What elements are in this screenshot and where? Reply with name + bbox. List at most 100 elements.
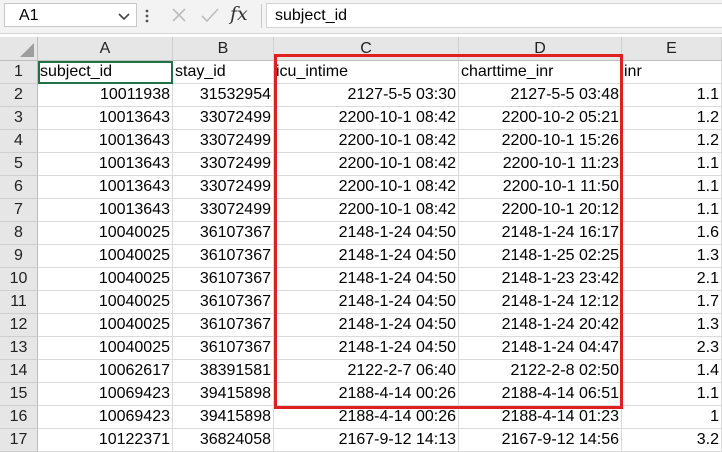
cell-e16[interactable]: 1 xyxy=(622,406,722,429)
cell-a6[interactable]: 10013643 xyxy=(38,176,173,199)
formula-input[interactable]: subject_id xyxy=(266,3,722,28)
cell-a3[interactable]: 10013643 xyxy=(38,107,173,130)
cell-a11[interactable]: 10040025 xyxy=(38,291,173,314)
cell-d3[interactable]: 2200-10-2 05:21 xyxy=(459,107,622,130)
row-header-5[interactable]: 5 xyxy=(0,153,38,176)
cell-b11[interactable]: 36107367 xyxy=(173,291,274,314)
cell-e3[interactable]: 1.2 xyxy=(622,107,722,130)
column-header-d[interactable]: D xyxy=(459,37,622,61)
row-header-16[interactable]: 16 xyxy=(0,406,38,429)
cell-c10[interactable]: 2148-1-24 04:50 xyxy=(274,268,459,291)
row-header-9[interactable]: 9 xyxy=(0,245,38,268)
column-header-a[interactable]: A xyxy=(38,37,173,61)
cell-a9[interactable]: 10040025 xyxy=(38,245,173,268)
row-header-17[interactable]: 17 xyxy=(0,429,38,452)
column-header-e[interactable]: E xyxy=(622,37,722,61)
cell-c11[interactable]: 2148-1-24 04:50 xyxy=(274,291,459,314)
cell-c8[interactable]: 2148-1-24 04:50 xyxy=(274,222,459,245)
cell-d9[interactable]: 2148-1-25 02:25 xyxy=(459,245,622,268)
cell-d11[interactable]: 2148-1-24 12:12 xyxy=(459,291,622,314)
cell-c3[interactable]: 2200-10-1 08:42 xyxy=(274,107,459,130)
cell-b3[interactable]: 33072499 xyxy=(173,107,274,130)
row-header-13[interactable]: 13 xyxy=(0,337,38,360)
cell-e4[interactable]: 1.2 xyxy=(622,130,722,153)
cell-a4[interactable]: 10013643 xyxy=(38,130,173,153)
row-header-6[interactable]: 6 xyxy=(0,176,38,199)
cell-b6[interactable]: 33072499 xyxy=(173,176,274,199)
cell-e1[interactable]: inr xyxy=(622,61,722,84)
cell-d14[interactable]: 2122-2-8 02:50 xyxy=(459,360,622,383)
row-header-7[interactable]: 7 xyxy=(0,199,38,222)
cell-d4[interactable]: 2200-10-1 15:26 xyxy=(459,130,622,153)
cell-c1[interactable]: icu_intime xyxy=(274,61,459,84)
cell-b15[interactable]: 39415898 xyxy=(173,383,274,406)
cell-e5[interactable]: 1.1 xyxy=(622,153,722,176)
cell-e2[interactable]: 1.1 xyxy=(622,84,722,107)
cell-d7[interactable]: 2200-10-1 20:12 xyxy=(459,199,622,222)
cell-c14[interactable]: 2122-2-7 06:40 xyxy=(274,360,459,383)
cell-c6[interactable]: 2200-10-1 08:42 xyxy=(274,176,459,199)
cell-a15[interactable]: 10069423 xyxy=(38,383,173,406)
cell-c5[interactable]: 2200-10-1 08:42 xyxy=(274,153,459,176)
cell-e9[interactable]: 1.3 xyxy=(622,245,722,268)
cell-e13[interactable]: 2.3 xyxy=(622,337,722,360)
cell-a8[interactable]: 10040025 xyxy=(38,222,173,245)
cell-d10[interactable]: 2148-1-23 23:42 xyxy=(459,268,622,291)
cell-c15[interactable]: 2188-4-14 00:26 xyxy=(274,383,459,406)
cell-e10[interactable]: 2.1 xyxy=(622,268,722,291)
check-icon[interactable] xyxy=(200,6,220,24)
select-all-button[interactable] xyxy=(0,37,38,61)
cell-a16[interactable]: 10069423 xyxy=(38,406,173,429)
cell-c7[interactable]: 2200-10-1 08:42 xyxy=(274,199,459,222)
cell-b10[interactable]: 36107367 xyxy=(173,268,274,291)
cell-c17[interactable]: 2167-9-12 14:13 xyxy=(274,429,459,452)
cell-a5[interactable]: 10013643 xyxy=(38,153,173,176)
cell-c2[interactable]: 2127-5-5 03:30 xyxy=(274,84,459,107)
cell-a17[interactable]: 10122371 xyxy=(38,429,173,452)
row-header-1[interactable]: 1 xyxy=(0,61,38,84)
cell-c4[interactable]: 2200-10-1 08:42 xyxy=(274,130,459,153)
insert-function-button[interactable]: fx xyxy=(230,3,248,25)
cell-a10[interactable]: 10040025 xyxy=(38,268,173,291)
cell-b12[interactable]: 36107367 xyxy=(173,314,274,337)
cell-e8[interactable]: 1.6 xyxy=(622,222,722,245)
cell-b9[interactable]: 36107367 xyxy=(173,245,274,268)
cell-e15[interactable]: 1.1 xyxy=(622,383,722,406)
cell-d17[interactable]: 2167-9-12 14:56 xyxy=(459,429,622,452)
cell-e7[interactable]: 1.1 xyxy=(622,199,722,222)
more-vertical-icon[interactable] xyxy=(145,8,149,24)
row-header-14[interactable]: 14 xyxy=(0,360,38,383)
cell-b4[interactable]: 33072499 xyxy=(173,130,274,153)
row-header-4[interactable]: 4 xyxy=(0,130,38,153)
row-header-10[interactable]: 10 xyxy=(0,268,38,291)
cell-e11[interactable]: 1.7 xyxy=(622,291,722,314)
cell-b2[interactable]: 31532954 xyxy=(173,84,274,107)
cell-c12[interactable]: 2148-1-24 04:50 xyxy=(274,314,459,337)
cell-c16[interactable]: 2188-4-14 00:26 xyxy=(274,406,459,429)
row-header-11[interactable]: 11 xyxy=(0,291,38,314)
cell-a12[interactable]: 10040025 xyxy=(38,314,173,337)
cell-e14[interactable]: 1.4 xyxy=(622,360,722,383)
column-header-b[interactable]: B xyxy=(173,37,274,61)
cell-a13[interactable]: 10040025 xyxy=(38,337,173,360)
cell-d12[interactable]: 2148-1-24 20:42 xyxy=(459,314,622,337)
cell-d1[interactable]: charttime_inr xyxy=(459,61,622,84)
cell-b1[interactable]: stay_id xyxy=(173,61,274,84)
cell-d5[interactable]: 2200-10-1 11:23 xyxy=(459,153,622,176)
row-header-3[interactable]: 3 xyxy=(0,107,38,130)
cell-c9[interactable]: 2148-1-24 04:50 xyxy=(274,245,459,268)
cell-b13[interactable]: 36107367 xyxy=(173,337,274,360)
column-header-c[interactable]: C xyxy=(274,37,459,61)
row-header-15[interactable]: 15 xyxy=(0,383,38,406)
row-header-2[interactable]: 2 xyxy=(0,84,38,107)
cell-d15[interactable]: 2188-4-14 06:51 xyxy=(459,383,622,406)
cell-a14[interactable]: 10062617 xyxy=(38,360,173,383)
row-header-12[interactable]: 12 xyxy=(0,314,38,337)
cell-a2[interactable]: 10011938 xyxy=(38,84,173,107)
cell-d2[interactable]: 2127-5-5 03:48 xyxy=(459,84,622,107)
cell-b14[interactable]: 38391581 xyxy=(173,360,274,383)
cell-d8[interactable]: 2148-1-24 16:17 xyxy=(459,222,622,245)
cell-a7[interactable]: 10013643 xyxy=(38,199,173,222)
cell-b16[interactable]: 39415898 xyxy=(173,406,274,429)
cell-d16[interactable]: 2188-4-14 01:23 xyxy=(459,406,622,429)
